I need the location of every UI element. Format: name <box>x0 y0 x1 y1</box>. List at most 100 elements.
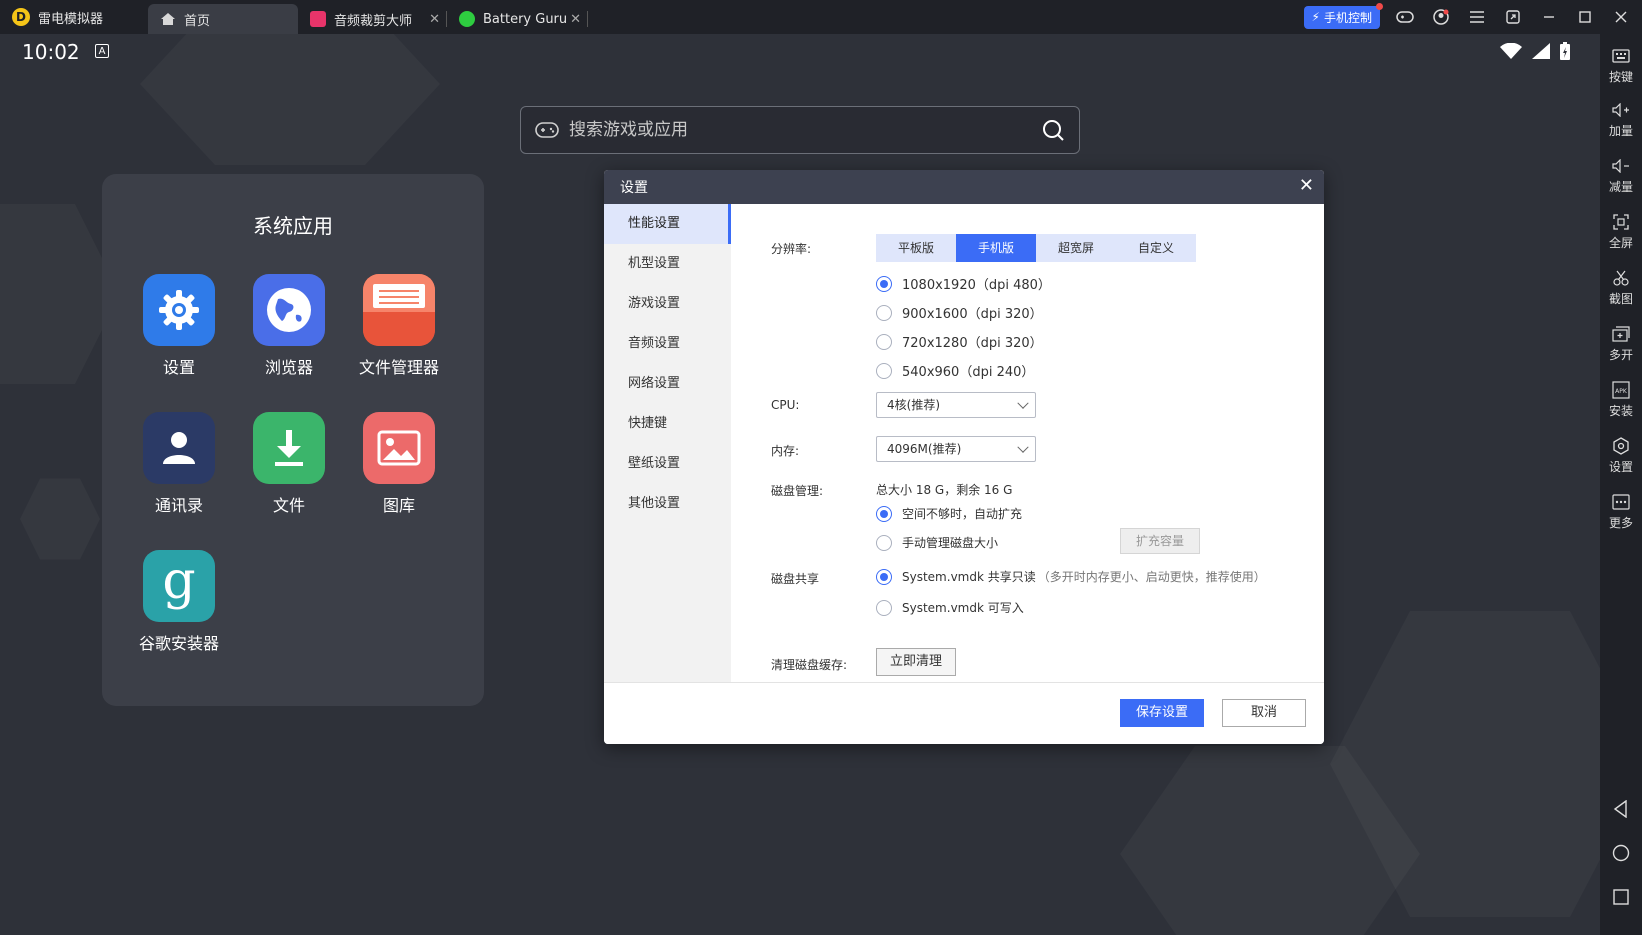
cpu-select[interactable]: 4核(推荐) <box>876 392 1036 418</box>
sidebar-item-volume-down[interactable]: 减量 <box>1600 156 1642 195</box>
nav-network[interactable]: 网络设置 <box>604 364 731 404</box>
sidebar-item-screenshot[interactable]: 截图 <box>1600 268 1642 307</box>
search-icon[interactable] <box>1041 118 1065 142</box>
emulator-sidebar: 按键 加量 减量 全屏 截图 多开 APK 安装 设置 更多 <box>1600 34 1642 935</box>
resolution-label: 分辨率: <box>771 242 812 256</box>
radio[interactable] <box>876 534 892 551</box>
tab-audio-cutter[interactable]: 音频裁剪大师 ✕ <box>298 4 446 34</box>
radio[interactable] <box>876 362 892 379</box>
resolution-option-label: 1080x1920（dpi 480） <box>902 278 1051 293</box>
signal-icon <box>1532 43 1550 59</box>
app-settings[interactable]: 设置 <box>124 274 234 378</box>
radio-selected[interactable] <box>876 568 892 585</box>
tab-divider <box>587 11 588 27</box>
sync-window-icon[interactable] <box>1502 6 1524 28</box>
app-gallery[interactable]: 图库 <box>344 412 454 516</box>
volume-down-icon <box>1611 156 1631 176</box>
disk-share-readonly-note: （多开时内存更小、启动更快，推荐使用） <box>1037 570 1266 584</box>
radio[interactable] <box>876 304 892 321</box>
system-apps-panel: 系统应用 设置 浏览器 文件管理器 通讯录 文件 图库 g 谷歌安装器 <box>102 174 484 706</box>
gamepad-icon[interactable] <box>1394 6 1416 28</box>
mode-tablet[interactable]: 平板版 <box>876 234 956 262</box>
radio-selected[interactable] <box>876 275 892 292</box>
chevron-down-icon <box>1017 441 1029 453</box>
sidebar-item-settings[interactable]: 设置 <box>1600 436 1642 475</box>
disk-share-writable-label: System.vmdk 可写入 <box>902 601 1024 615</box>
disk-summary: 总大小 18 G，剩余 16 G <box>876 481 1012 498</box>
close-window-icon[interactable] <box>1610 6 1632 28</box>
disk-auto-expand-option[interactable]: 空间不够时，自动扩充 <box>876 505 1022 522</box>
nav-wallpaper[interactable]: 壁纸设置 <box>604 444 731 484</box>
close-icon[interactable]: ✕ <box>1299 177 1314 195</box>
tab-home[interactable]: 首页 <box>148 4 298 34</box>
sidebar-label: 安装 <box>1608 404 1633 418</box>
nav-performance[interactable]: 性能设置 <box>604 204 731 244</box>
app-contacts[interactable]: 通讯录 <box>124 412 234 516</box>
save-button[interactable]: 保存设置 <box>1120 699 1204 727</box>
keyboard-icon <box>1611 46 1631 66</box>
maximize-icon[interactable] <box>1574 6 1596 28</box>
menu-icon[interactable] <box>1466 6 1488 28</box>
memory-label: 内存: <box>771 444 800 458</box>
mode-ultrawide[interactable]: 超宽屏 <box>1036 234 1116 262</box>
status-time: 10:02 <box>22 40 80 64</box>
resolution-option[interactable]: 1080x1920（dpi 480） <box>876 274 1051 293</box>
audio-app-icon <box>310 11 326 27</box>
sidebar-item-volume-up[interactable]: 加量 <box>1600 100 1642 139</box>
search-input[interactable] <box>569 120 1041 140</box>
radio[interactable] <box>876 333 892 350</box>
nav-game[interactable]: 游戏设置 <box>604 284 731 324</box>
sidebar-item-multi-instance[interactable]: 多开 <box>1600 324 1642 363</box>
nav-shortcuts[interactable]: 快捷键 <box>604 404 731 444</box>
home-button-icon[interactable] <box>1612 844 1630 862</box>
apk-install-icon: APK <box>1611 380 1631 400</box>
app-google-installer[interactable]: g 谷歌安装器 <box>124 550 234 654</box>
nav-other[interactable]: 其他设置 <box>604 484 731 524</box>
tab-close-icon[interactable]: ✕ <box>570 12 581 27</box>
clear-now-button[interactable]: 立即清理 <box>876 648 956 676</box>
cpu-label: CPU: <box>771 398 800 412</box>
home-icon <box>161 13 175 25</box>
sidebar-item-more[interactable]: 更多 <box>1600 492 1642 531</box>
expand-capacity-button[interactable]: 扩充容量 <box>1120 528 1200 554</box>
account-icon[interactable] <box>1430 6 1452 28</box>
tab-audio-label: 音频裁剪大师 <box>334 13 413 29</box>
tab-close-icon[interactable]: ✕ <box>429 12 440 27</box>
resolution-option[interactable]: 900x1600（dpi 320） <box>876 303 1043 322</box>
resolution-option[interactable]: 720x1280（dpi 320） <box>876 332 1043 351</box>
mode-custom[interactable]: 自定义 <box>1116 234 1196 262</box>
nav-audio[interactable]: 音频设置 <box>604 324 731 364</box>
minimize-icon[interactable] <box>1538 6 1560 28</box>
disk-auto-expand-label: 空间不够时，自动扩充 <box>902 507 1023 521</box>
app-files[interactable]: 文件 <box>234 412 344 516</box>
sidebar-item-install-apk[interactable]: APK 安装 <box>1600 380 1642 419</box>
tab-battery-guru[interactable]: Battery Guru ✕ <box>447 4 587 34</box>
search-bar[interactable] <box>520 106 1080 154</box>
app-browser[interactable]: 浏览器 <box>234 274 344 378</box>
status-icons <box>1500 42 1570 60</box>
resolution-option-label: 540x960（dpi 240） <box>902 365 1035 380</box>
cancel-button[interactable]: 取消 <box>1222 699 1306 727</box>
memory-select[interactable]: 4096M(推荐) <box>876 436 1036 462</box>
recent-apps-icon[interactable] <box>1612 888 1630 906</box>
resolution-option[interactable]: 540x960（dpi 240） <box>876 361 1034 380</box>
gallery-icon <box>363 412 435 484</box>
disk-manual-option[interactable]: 手动管理磁盘大小 <box>876 534 998 551</box>
multi-instance-icon <box>1611 324 1631 344</box>
radio-selected[interactable] <box>876 505 892 522</box>
app-file-manager[interactable]: 文件管理器 <box>344 274 454 378</box>
disk-share-writable-option[interactable]: System.vmdk 可写入 <box>876 599 1024 616</box>
radio[interactable] <box>876 599 892 616</box>
clear-cache-label: 清理磁盘缓存: <box>771 658 848 672</box>
tab-home-label: 首页 <box>184 13 211 29</box>
disk-share-readonly-option[interactable]: System.vmdk 共享只读 （多开时内存更小、启动更快，推荐使用） <box>876 568 1266 585</box>
phone-control-button[interactable]: ⚡ 手机控制 <box>1303 2 1383 29</box>
svg-text:APK: APK <box>1615 388 1628 395</box>
sidebar-label: 截图 <box>1608 292 1633 306</box>
sidebar-item-fullscreen[interactable]: 全屏 <box>1600 212 1642 251</box>
sidebar-item-keys[interactable]: 按键 <box>1600 46 1642 85</box>
mode-phone[interactable]: 手机版 <box>956 234 1036 262</box>
performance-settings: 分辨率: 平板版 手机版 超宽屏 自定义 1080x1920（dpi 480） … <box>731 204 1324 682</box>
nav-device-model[interactable]: 机型设置 <box>604 244 731 284</box>
back-icon[interactable] <box>1612 800 1630 818</box>
